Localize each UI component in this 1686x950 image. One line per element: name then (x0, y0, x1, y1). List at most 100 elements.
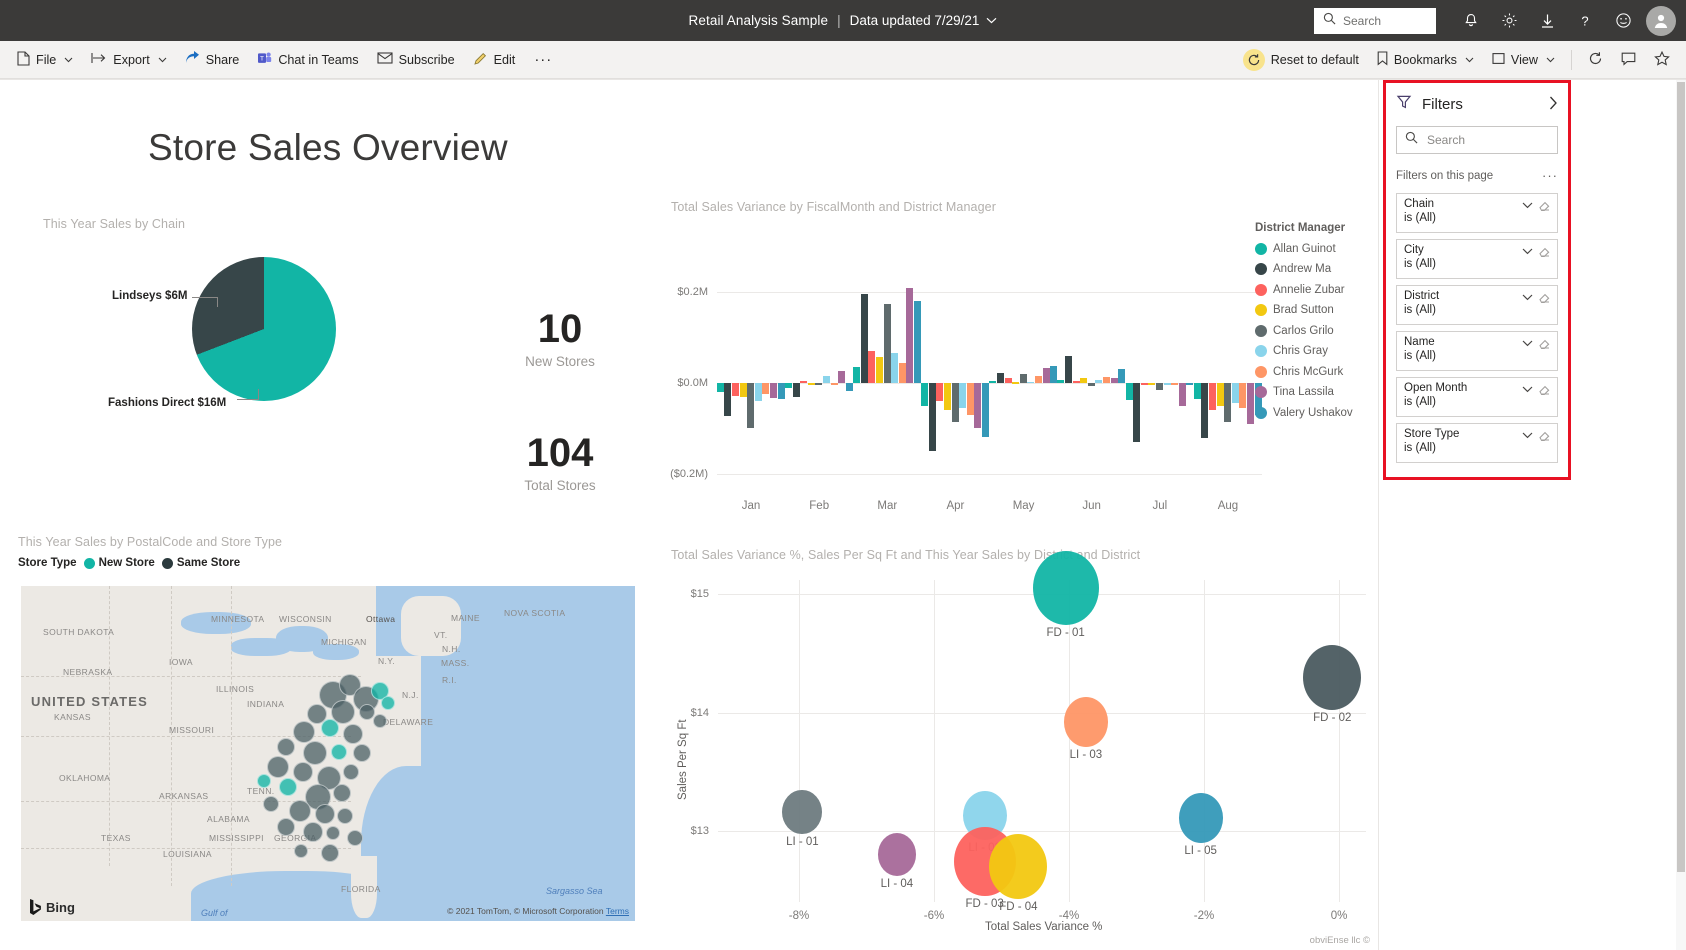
bar-chart-bar[interactable] (913, 301, 921, 383)
bar-chart-bar[interactable] (1004, 377, 1012, 383)
clear-filter-icon[interactable] (1538, 291, 1552, 310)
bar-chart-bar[interactable] (724, 383, 732, 416)
map-visual[interactable]: This Year Sales by PostalCode and Store … (18, 535, 638, 927)
bubble-chart-point[interactable] (877, 833, 916, 876)
canvas-scrollbar[interactable] (1676, 80, 1686, 950)
filters-pane[interactable]: Filters Search Filters on this page ··· … (1383, 80, 1571, 480)
map-bubble[interactable] (267, 756, 289, 778)
bubble-chart-plot[interactable]: $15 $14 $13 -8% -6% -4% -2% 0% FD - 01 FD - 02 LI … (691, 551, 1366, 922)
map-bubble[interactable] (321, 844, 339, 862)
map-bubble[interactable] (326, 826, 340, 840)
bar-chart-bar[interactable] (906, 287, 914, 383)
bubble-chart-point[interactable] (782, 789, 823, 835)
map-bubble[interactable] (263, 796, 279, 812)
bar-chart-bar[interactable] (716, 383, 724, 393)
notifications-bell-icon[interactable] (1452, 0, 1490, 41)
gear-icon[interactable] (1490, 0, 1528, 41)
chevron-down-icon[interactable] (1522, 431, 1533, 442)
map-bubble[interactable] (277, 818, 295, 836)
bar-chart-bar[interactable] (1080, 377, 1088, 383)
global-search-input[interactable]: Search (1314, 7, 1436, 34)
map-bubble[interactable] (303, 822, 323, 842)
bar-chart-bar[interactable] (762, 383, 770, 395)
bar-chart-bar[interactable] (996, 373, 1004, 383)
bar-legend-item[interactable]: Valery Ushakov (1255, 406, 1353, 419)
bar-chart-bar[interactable] (921, 383, 929, 406)
bar-chart-bar[interactable] (1050, 365, 1058, 383)
map-bubble[interactable] (343, 764, 359, 780)
reset-to-default-button[interactable]: Reset to default (1235, 46, 1367, 74)
bar-chart-bar[interactable] (1156, 383, 1163, 390)
bubble-chart-point[interactable] (1063, 697, 1108, 747)
bar-chart-bar[interactable] (1193, 383, 1201, 399)
filter-card[interactable]: Open Month is (All) (1396, 377, 1558, 417)
help-icon[interactable]: ? (1566, 0, 1604, 41)
bar-chart-bar[interactable] (982, 383, 990, 437)
bar-chart-bar[interactable] (800, 380, 808, 383)
pie-chart-graphic[interactable] (192, 257, 336, 401)
smiley-feedback-icon[interactable] (1604, 0, 1642, 41)
filter-card[interactable]: City is (All) (1396, 239, 1558, 279)
filter-card[interactable]: Chain is (All) (1396, 193, 1558, 233)
bar-chart-bar[interactable] (883, 303, 891, 383)
bar-chart-bar[interactable] (959, 383, 967, 408)
bar-chart-bar[interactable] (1110, 378, 1118, 383)
map-bubble[interactable] (337, 808, 353, 824)
bar-chart-bar[interactable] (747, 383, 755, 429)
bar-chart-bar[interactable] (1148, 383, 1156, 385)
filter-card[interactable]: Store Type is (All) (1396, 423, 1558, 463)
bar-chart-bar[interactable] (777, 383, 785, 399)
comment-button[interactable] (1613, 46, 1644, 74)
bar-chart-bar[interactable] (1133, 383, 1141, 443)
bar-chart-bar[interactable] (784, 383, 792, 388)
bar-chart-visual[interactable]: Total Sales Variance by FiscalMonth and … (655, 192, 1375, 512)
view-button[interactable]: View (1484, 46, 1563, 74)
bar-chart-bar[interactable] (966, 383, 974, 415)
bubble-chart-visual[interactable]: Total Sales Variance %, Sales Per Sq Ft … (655, 538, 1380, 938)
bar-chart-bar[interactable] (1027, 381, 1035, 384)
bar-chart-bar[interactable] (853, 366, 861, 383)
map-bubble[interactable] (347, 830, 363, 846)
bar-chart-bar[interactable] (1019, 373, 1027, 383)
bar-chart-bar[interactable] (860, 293, 868, 383)
bookmarks-button[interactable]: Bookmarks (1369, 46, 1482, 74)
bubble-chart-point[interactable] (989, 834, 1048, 899)
map-bubble[interactable] (293, 762, 313, 782)
bar-chart-bar[interactable] (815, 383, 823, 385)
map-terms-link[interactable]: Terms (606, 906, 629, 916)
bar-chart-bar[interactable] (1239, 383, 1247, 408)
bar-chart-bar[interactable] (1216, 383, 1224, 406)
more-commands-button[interactable]: ··· (525, 47, 561, 72)
bar-legend-item[interactable]: Chris McGurk (1255, 365, 1353, 378)
bar-chart-bar[interactable] (1103, 376, 1111, 383)
clear-filter-icon[interactable] (1538, 199, 1552, 218)
filter-card[interactable]: Name is (All) (1396, 331, 1558, 371)
bubble-chart-point[interactable] (1032, 551, 1099, 626)
clear-filter-icon[interactable] (1538, 383, 1552, 402)
chevron-down-icon[interactable] (1522, 339, 1533, 350)
bar-legend-item[interactable]: Annelie Zubar (1255, 283, 1353, 296)
bar-chart-bar[interactable] (807, 383, 815, 385)
bar-chart-bar[interactable] (792, 383, 800, 397)
map-bubble[interactable] (279, 778, 297, 796)
bar-chart-bar[interactable] (898, 362, 906, 383)
bar-chart-bar[interactable] (1034, 376, 1042, 383)
bar-chart-bar[interactable] (822, 376, 830, 383)
bar-chart-bar[interactable] (1065, 355, 1073, 383)
map-bubble[interactable] (331, 744, 347, 760)
bar-chart-bar[interactable] (739, 383, 747, 397)
bar-chart-bar[interactable] (1012, 382, 1020, 384)
clear-filter-icon[interactable] (1538, 429, 1552, 448)
edit-button[interactable]: Edit (465, 46, 524, 74)
bar-chart-bar[interactable] (1224, 383, 1232, 422)
bing-logo[interactable]: Bing (29, 899, 75, 915)
kpi-new-stores[interactable]: 10 New Stores (500, 308, 620, 369)
bubble-chart-point[interactable] (1178, 793, 1223, 843)
map-bubble[interactable] (293, 721, 315, 743)
clear-filter-icon[interactable] (1538, 245, 1552, 264)
bar-legend-item[interactable]: Andrew Ma (1255, 263, 1353, 275)
bar-chart-bar[interactable] (974, 383, 982, 429)
chat-in-teams-button[interactable]: T Chat in Teams (249, 46, 366, 74)
map-bubble[interactable] (303, 741, 327, 765)
map-legend-new-store[interactable]: New Store (83, 557, 155, 569)
